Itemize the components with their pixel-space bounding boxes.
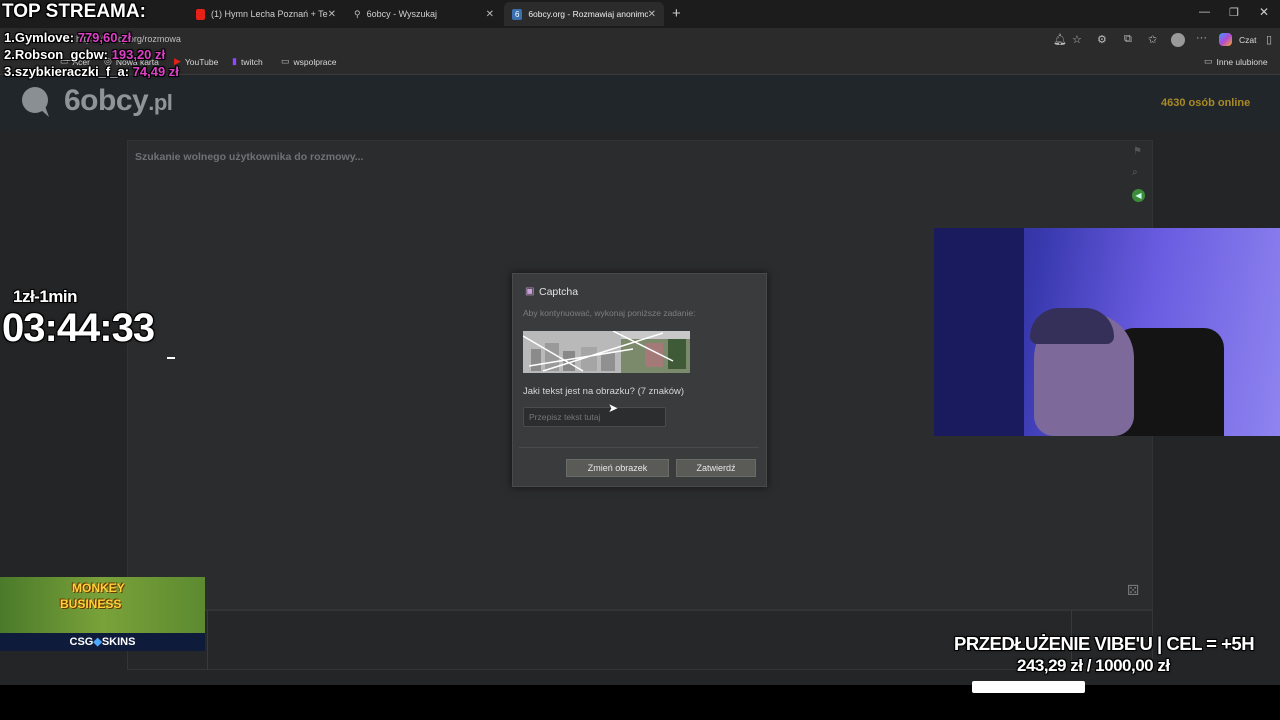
donor-amount: 74,49 zł	[132, 64, 179, 79]
bookmark-youtube[interactable]: ▶ YouTube	[174, 56, 218, 67]
folder-icon: ▭	[1204, 56, 1213, 66]
favorites-icon[interactable]: ✩	[1148, 33, 1157, 46]
logo-text: 6obcy	[64, 84, 149, 117]
webcam-feed	[934, 228, 1280, 436]
folder-icon: ▭	[281, 56, 290, 66]
sound-icon[interactable]: ◀	[1132, 189, 1145, 202]
bookmark-twitch[interactable]: ▮ twitch	[232, 56, 263, 67]
divider	[519, 447, 759, 448]
search-status: Szukanie wolnego użytkownika do rozmowy.…	[135, 151, 364, 163]
youtube-favicon-icon	[196, 8, 206, 20]
dice-icon[interactable]: ⚄	[1127, 582, 1139, 599]
notification-bell-icon[interactable]: 🔔︎	[1053, 33, 1067, 46]
tab-youtube[interactable]: (1) Hymn Lecha Poznań + Tekst - Y ✕	[188, 2, 344, 26]
close-window-button[interactable]: ✕	[1259, 5, 1269, 19]
rate-label: 1zł-1min	[13, 287, 78, 306]
maximize-button[interactable]: ❐	[1229, 6, 1239, 19]
star-icon[interactable]: ☆	[1072, 33, 1082, 46]
close-icon[interactable]: ✕	[648, 9, 656, 20]
donor-name: Gymlove:	[14, 30, 75, 45]
captcha-instruction: Aby kontynuować, wykonaj poniższe zadani…	[523, 308, 696, 318]
goal-current: 243,29 zł	[1017, 656, 1083, 675]
top-donor-3: 3.szybkieraczki_f_a: 74,49 zł	[4, 64, 179, 79]
flag-icon[interactable]: ⚑	[1133, 146, 1142, 157]
tab-6obcy-active[interactable]: 6 6obcy.org - Rozmawiaj anonimow ✕	[504, 2, 664, 26]
6obcy-favicon-icon: 6	[512, 8, 523, 20]
change-image-button[interactable]: Zmień obrazek	[566, 459, 669, 477]
donor-name: Robson_gcbw:	[14, 47, 109, 62]
search-icon: ⚲	[354, 8, 361, 19]
tab-label: (1) Hymn Lecha Poznań + Tekst - Y	[211, 9, 328, 19]
brand-diamond-icon: ◆	[93, 636, 102, 648]
top-donor-2: 2.Robson_gcbw: 193,20 zł	[4, 47, 165, 62]
top-stream-title: TOP STREAMA:	[2, 1, 146, 22]
goal-separator: /	[1086, 656, 1092, 675]
captcha-title: Captcha	[539, 286, 579, 298]
subathon-timer: 03:44:33	[2, 306, 155, 350]
tab-search[interactable]: ⚲ 6obcy - Wyszukaj ✕	[346, 2, 502, 26]
submit-button[interactable]: Zatwierdź	[676, 459, 756, 477]
donor-rank: 3.	[4, 64, 15, 79]
profile-avatar[interactable]	[1171, 33, 1185, 47]
sidebar-toggle-icon[interactable]: ▯	[1266, 33, 1272, 46]
donor-rank: 1.	[4, 30, 15, 45]
sponsor-brand: CSG◆SKINS	[0, 633, 205, 651]
close-icon[interactable]: ✕	[328, 9, 336, 20]
goal-title: PRZEDŁUŻENIE VIBE'U | CEL = +5H	[954, 633, 1255, 654]
chat-label[interactable]: Czat	[1239, 35, 1256, 45]
donor-amount: 779,60 zł	[77, 30, 132, 45]
split-screen-icon[interactable]: ⧉	[1124, 33, 1132, 46]
webcam-curtain	[934, 228, 1024, 436]
goal-progress-fill	[972, 681, 1085, 693]
sponsor-banner: MONKEY BUSINESS	[0, 577, 205, 633]
logo-tld: .pl	[148, 90, 173, 115]
chat-bubble-logo-icon	[22, 87, 49, 117]
site-logo[interactable]: 6obcy.pl	[64, 84, 173, 118]
captcha-dialog	[512, 273, 767, 487]
extensions-icon[interactable]: ⚙	[1097, 33, 1107, 46]
tab-label: 6obcy - Wyszukaj	[366, 9, 438, 19]
bookmark-wspolprace[interactable]: ▭ wspolprace	[281, 56, 337, 67]
sponsor-line1: MONKEY	[72, 581, 125, 595]
goal-amounts: 243,29 zł / 1000,00 zł	[1017, 656, 1170, 676]
address-bar	[0, 28, 1280, 52]
top-donor-1: 1.Gymlove: 779,60 zł	[4, 30, 131, 45]
new-tab-button[interactable]: +	[672, 5, 681, 22]
webcam-hair	[1030, 308, 1114, 344]
sponsor-line2: BUSINESS	[60, 597, 122, 611]
goal-progress-track	[972, 681, 1272, 693]
donor-name: szybkieraczki_f_a:	[14, 64, 130, 79]
zoom-icon[interactable]: ⌕	[1132, 167, 1138, 178]
tab-label: 6obcy.org - Rozmawiaj anonimow	[528, 9, 648, 19]
donor-amount: 193,20 zł	[111, 47, 166, 62]
donor-rank: 2.	[4, 47, 15, 62]
minimize-button[interactable]: —	[1199, 6, 1210, 18]
brand-part2: SKINS	[101, 636, 136, 648]
twitch-icon: ▮	[232, 56, 237, 66]
robot-icon: ▣	[525, 286, 535, 297]
online-count: 4630 osób online	[1161, 97, 1251, 109]
copilot-icon[interactable]	[1219, 33, 1232, 46]
captcha-question: Jaki tekst jest na obrazku? (7 znaków)	[523, 386, 685, 397]
more-menu-icon[interactable]: ···	[1196, 32, 1207, 44]
captcha-input[interactable]	[523, 407, 666, 427]
site-header	[0, 75, 1280, 131]
close-icon[interactable]: ✕	[486, 9, 494, 20]
brand-part1: CSG	[69, 636, 94, 648]
other-favorites[interactable]: ▭ Inne ulubione	[1204, 56, 1268, 67]
captcha-image	[523, 331, 690, 373]
timer-dash	[167, 357, 175, 359]
mouse-cursor-icon: ➤	[608, 401, 619, 415]
goal-target: 1000,00 zł	[1095, 656, 1170, 675]
